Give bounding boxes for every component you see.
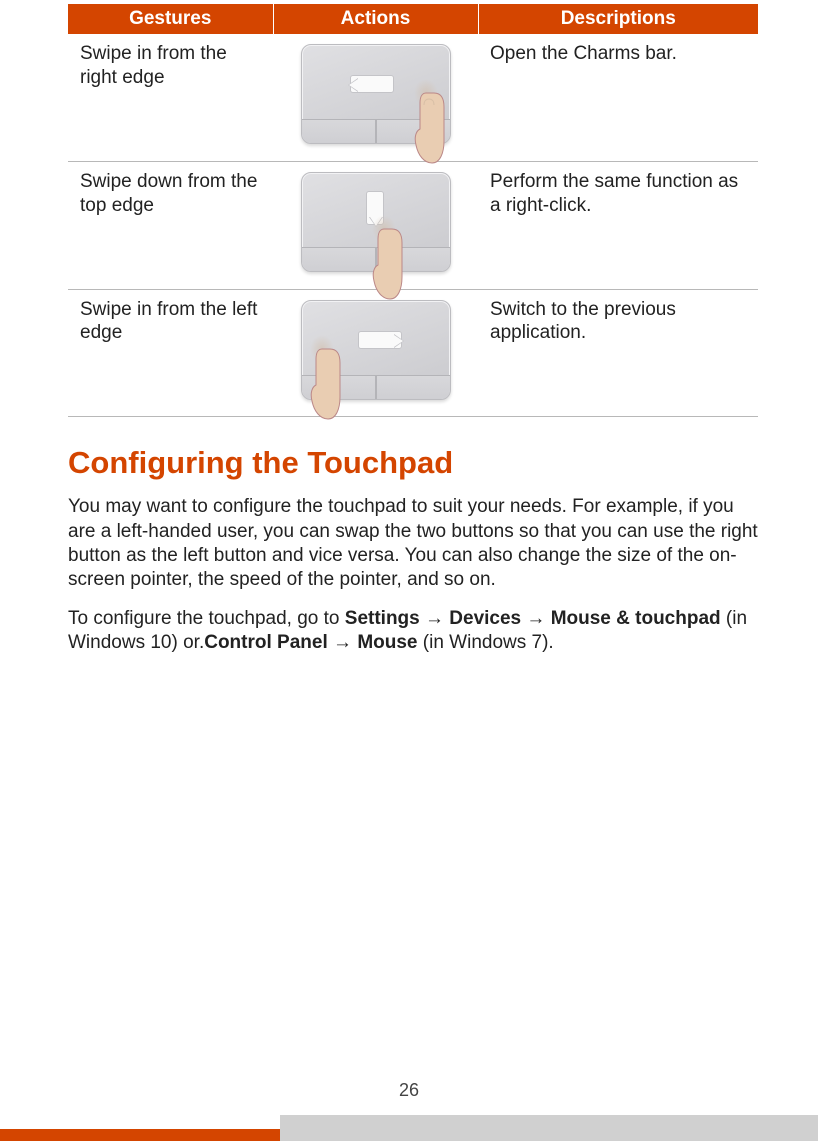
gesture-cell: Swipe down from the top edge xyxy=(68,161,273,289)
table-row: Swipe down from the top edge xyxy=(68,161,758,289)
th-actions: Actions xyxy=(273,4,478,34)
touchpad-swipe-left-edge-icon xyxy=(301,300,451,400)
table-row: Swipe in from the left edge xyxy=(68,289,758,417)
nav-path: Control Panel xyxy=(204,632,328,653)
body-paragraph: To configure the touchpad, go to Setting… xyxy=(68,607,758,656)
description-cell: Perform the same function as a right-cli… xyxy=(478,161,758,289)
gesture-cell: Swipe in from the right edge xyxy=(68,34,273,161)
text: To configure the touchpad, go to xyxy=(68,608,345,629)
table-header-row: Gestures Actions Descriptions xyxy=(68,4,758,34)
text: (in Windows 7). xyxy=(418,632,554,653)
arrow-icon: → xyxy=(328,632,358,653)
footer-bar xyxy=(0,1115,818,1141)
table-row: Swipe in from the right edge xyxy=(68,34,758,161)
action-cell xyxy=(273,289,478,417)
touchpad-swipe-top-edge-icon xyxy=(301,172,451,272)
page-number: 26 xyxy=(0,1080,818,1101)
arrow-icon: → xyxy=(420,608,450,629)
body-paragraph: You may want to configure the touchpad t… xyxy=(68,495,758,592)
action-cell xyxy=(273,34,478,161)
action-cell xyxy=(273,161,478,289)
nav-path: Mouse & touchpad xyxy=(551,608,721,629)
nav-path: Mouse xyxy=(357,632,417,653)
description-cell: Switch to the previous application. xyxy=(478,289,758,417)
section-heading: Configuring the Touchpad xyxy=(68,445,758,481)
th-gestures: Gestures xyxy=(68,4,273,34)
description-cell: Open the Charms bar. xyxy=(478,34,758,161)
arrow-icon: → xyxy=(521,608,551,629)
nav-path: Devices xyxy=(449,608,521,629)
nav-path: Settings xyxy=(345,608,420,629)
th-descriptions: Descriptions xyxy=(478,4,758,34)
gesture-cell: Swipe in from the left edge xyxy=(68,289,273,417)
touchpad-swipe-right-edge-icon xyxy=(301,44,451,144)
gestures-table: Gestures Actions Descriptions Swipe in f… xyxy=(68,4,758,417)
